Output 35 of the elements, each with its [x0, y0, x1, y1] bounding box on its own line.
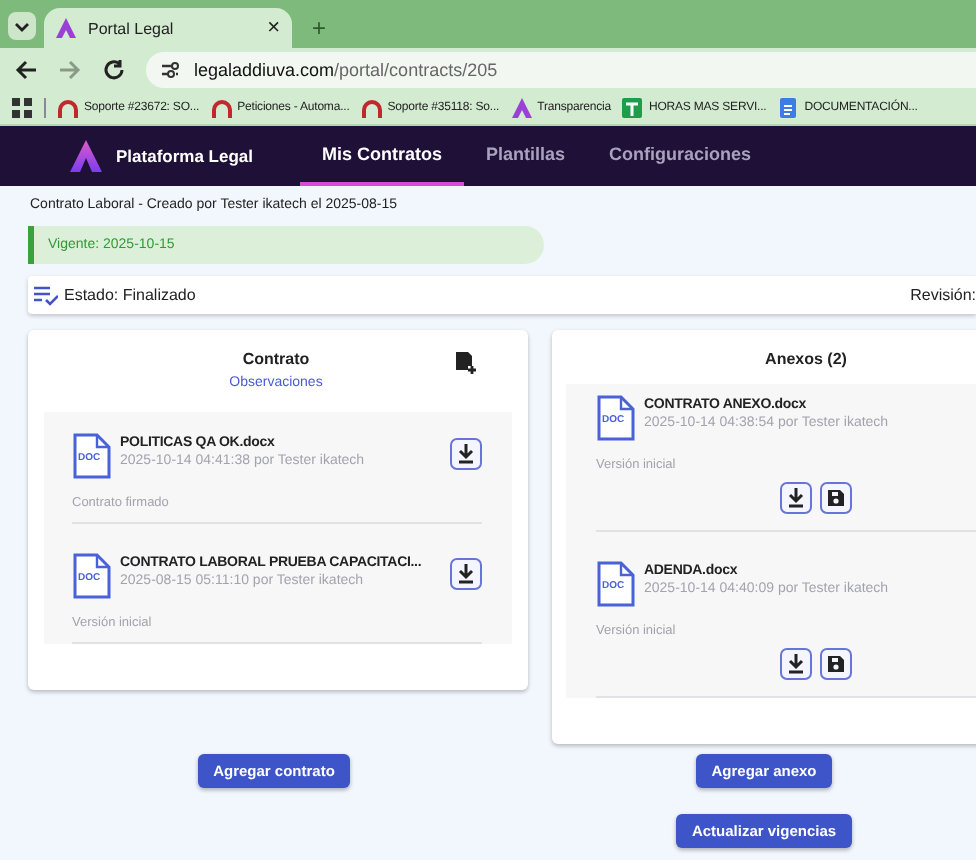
download-button[interactable]	[450, 438, 482, 470]
card-title: Contrato	[242, 350, 310, 368]
brand-logo-icon	[70, 140, 102, 172]
nav-tab[interactable]: Mis Contratos	[300, 126, 465, 186]
reload-icon[interactable]	[102, 58, 126, 82]
app-logo-icon	[56, 18, 76, 38]
site-settings-icon	[158, 58, 182, 82]
back-arrow-icon[interactable]	[14, 58, 38, 82]
status-text: Estado: Finalizado	[64, 286, 198, 304]
nav-tab[interactable]: Plantillas	[464, 126, 588, 186]
url-text: legaladdiuva.com/portal/contracts/205	[194, 60, 498, 80]
nav-tab[interactable]: Configuraciones	[587, 126, 774, 186]
arch-icon	[211, 98, 232, 118]
download-button[interactable]	[780, 648, 812, 680]
checklist-icon	[34, 285, 58, 305]
tab-list-icon[interactable]	[8, 12, 36, 40]
revision-label: Revisión:	[910, 286, 976, 304]
brand-name: Plataforma Legal	[116, 146, 253, 166]
tab-title: Portal Legal	[88, 19, 176, 37]
add-document-icon[interactable]	[456, 352, 476, 374]
document-icon	[778, 98, 799, 118]
download-button[interactable]	[780, 482, 812, 514]
download-button[interactable]	[450, 558, 482, 590]
triangle-logo-icon	[511, 98, 532, 118]
card-title: Anexos (2)	[765, 350, 847, 368]
new-tab-button[interactable]: +	[300, 14, 339, 48]
browser-tab[interactable]: Portal Legal ×	[44, 8, 292, 48]
close-tab-button[interactable]: ×	[267, 16, 280, 40]
spreadsheet-icon	[622, 98, 643, 118]
address-field[interactable]: legaladdiuva.com/portal/contracts/205	[146, 52, 976, 88]
save-button[interactable]	[820, 482, 852, 514]
save-button[interactable]	[820, 648, 852, 680]
arch-icon	[361, 98, 382, 118]
arch-icon	[58, 98, 78, 118]
apps-grid-icon[interactable]	[12, 98, 32, 118]
